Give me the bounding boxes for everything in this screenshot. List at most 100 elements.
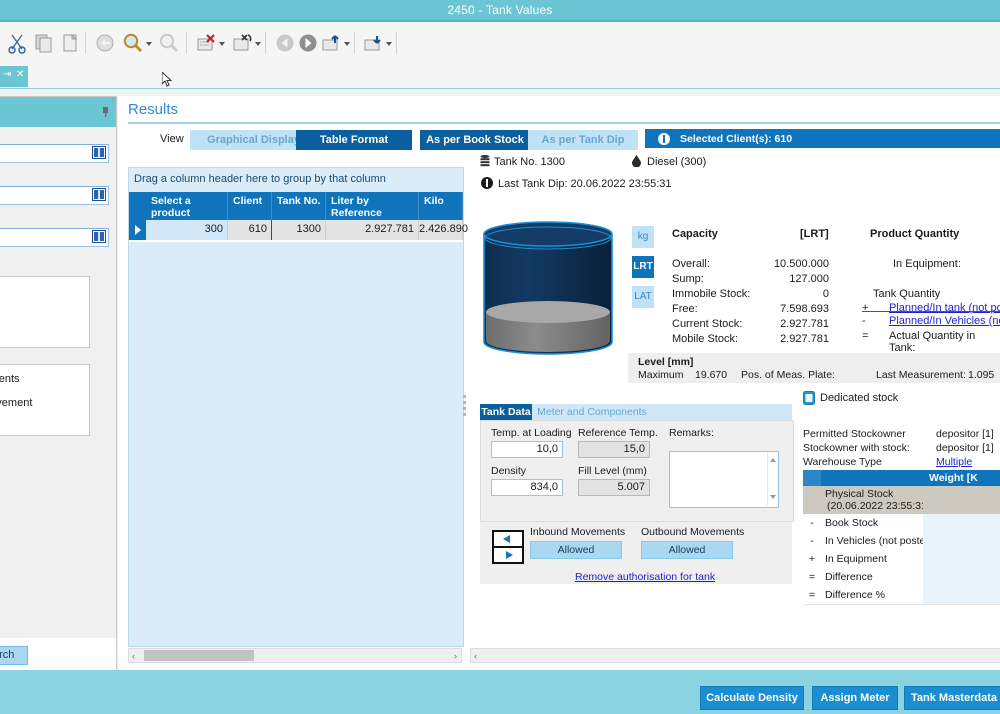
capacity-label-mobile-stock: Mobile Stock: — [672, 333, 739, 345]
undo-icon[interactable] — [92, 30, 118, 56]
delete-record-icon[interactable] — [193, 30, 219, 56]
copy-icon[interactable] — [31, 30, 57, 56]
table-row[interactable]: + In Equipment — [803, 550, 1000, 569]
table-row[interactable]: Physical Stock (20.06.2022 23:55:31) — [803, 486, 1000, 515]
cell-product: 300 — [146, 220, 228, 240]
unit-lat-button[interactable]: LAT — [632, 286, 654, 308]
capacity-label-overall: Overall: — [672, 258, 710, 270]
auto-hide-pin-icon[interactable] — [101, 107, 110, 117]
authorisation-option-2[interactable]: horised for movement — [0, 397, 32, 409]
column-header-select-a-product[interactable]: Select a product — [146, 192, 228, 220]
inbound-movements-state[interactable]: Allowed — [530, 541, 622, 559]
reference-temp-field: 15,0 — [578, 441, 650, 458]
temp-at-loading-field[interactable]: 10,0 — [491, 441, 563, 458]
undo-record-icon[interactable] — [229, 30, 255, 56]
table-row[interactable]: - In Vehicles (not posted) — [803, 532, 1000, 551]
cell-kilo: 2.426.890 — [419, 220, 468, 240]
column-header-liter-by-reference-temperature[interactable]: Liter by Reference Temperature — [326, 192, 419, 231]
temp-at-loading-label: Temp. at Loading — [491, 427, 572, 439]
grid-horizontal-scrollbar[interactable]: ‹ › — [128, 648, 462, 663]
planned-in-vehicles-link[interactable]: Planned/In Vehicles (not posted) — [889, 315, 1000, 327]
scroll-left-icon[interactable]: ‹ — [132, 651, 135, 661]
delete-dropdown-caret-icon[interactable] — [219, 42, 225, 46]
table-row[interactable]: 300 610 1300 2.927.781 2.426.890 — [129, 220, 468, 240]
import-icon[interactable] — [360, 30, 386, 56]
book-icon[interactable] — [92, 146, 106, 159]
warehouse-type-label: Warehouse Type — [803, 456, 882, 468]
assign-meter-button[interactable]: Assign Meter — [812, 686, 898, 710]
selected-clients-bar: Selected Client(s): 610 — [645, 129, 1000, 148]
column-header-tank-no[interactable]: Tank No. — [272, 192, 326, 220]
row-value — [923, 550, 1000, 568]
table-row[interactable]: = Difference % — [803, 586, 1000, 605]
planned-in-tank-operator: + — [862, 302, 869, 314]
toolbar-separator — [186, 32, 187, 54]
tank-quantity-label: Tank Quantity — [873, 288, 941, 300]
calculate-density-button[interactable]: Calculate Density — [700, 686, 804, 710]
row-label: Difference % — [825, 589, 885, 601]
tab-meter-and-components[interactable]: Meter and Components — [532, 404, 652, 420]
remarks-textarea[interactable] — [669, 451, 779, 508]
cell-liter-by-reference-temperature: 2.927.781 — [326, 220, 419, 240]
pin-icon[interactable]: ⇥ — [3, 69, 11, 80]
paste-icon[interactable] — [57, 30, 83, 56]
scroll-thumb[interactable] — [144, 650, 254, 661]
row-label: In Equipment — [825, 553, 887, 565]
droplet-icon — [632, 155, 641, 168]
info-icon — [658, 133, 670, 145]
tab-as-per-book-stock[interactable]: As per Book Stock — [420, 130, 530, 150]
outbound-movements-state[interactable]: Allowed — [641, 541, 733, 559]
authorisation-list-box[interactable]: sed for movements horised for movement — [0, 364, 90, 436]
unit-lrt-button[interactable]: LRT — [632, 256, 654, 278]
authorisation-option-1[interactable]: sed for movements — [0, 373, 20, 385]
density-field[interactable]: 834,0 — [491, 479, 563, 496]
book-icon[interactable] — [92, 188, 106, 201]
scroll-left-icon[interactable]: ‹ — [474, 651, 477, 661]
import-dropdown-caret-icon[interactable] — [386, 42, 392, 46]
window-title-bar: 2450 - Tank Values — [0, 0, 1000, 22]
column-header-kilo[interactable]: Kilo — [419, 192, 463, 220]
planned-in-tank-link[interactable]: Planned/In tank (not posted) — [889, 302, 1000, 314]
table-row[interactable]: = Difference — [803, 568, 1000, 587]
tab-tank-data[interactable]: Tank Data — [480, 404, 532, 420]
scroll-right-icon[interactable]: › — [454, 651, 457, 661]
actual-quantity-label: Actual Quantity in Tank: — [889, 330, 976, 354]
export-icon[interactable] — [318, 30, 344, 56]
level-info-bar: Level [mm] Maximum 19.670 Pos. of Meas. … — [628, 353, 1000, 383]
capacity-label-current-stock: Current Stock: — [672, 318, 743, 330]
detail-horizontal-scrollbar[interactable]: ‹ › — [470, 648, 1000, 663]
pane-splitter-handle[interactable] — [461, 395, 468, 417]
column-header-client[interactable]: Client — [228, 192, 272, 220]
close-icon[interactable]: ✕ — [16, 69, 24, 80]
level-title: Level [mm] — [638, 356, 694, 368]
book-icon[interactable] — [92, 230, 106, 243]
row-value — [923, 586, 1000, 604]
search-button[interactable]: Search — [0, 646, 28, 665]
undo-record-dropdown-caret-icon[interactable] — [255, 42, 261, 46]
table-row[interactable]: - Book Stock — [803, 514, 1000, 533]
tab-as-per-tank-dip[interactable]: As per Tank Dip — [528, 130, 638, 150]
lookup-field-3[interactable] — [0, 228, 109, 247]
inbound-movements-label: Inbound Movements — [530, 526, 626, 538]
search-sidebar-header — [0, 97, 116, 127]
document-tab[interactable]: ⇥ ✕ — [0, 66, 28, 87]
product-quantity-sum-rule — [862, 311, 1000, 312]
tank-masterdata-button[interactable]: Tank Masterdata — [904, 686, 1000, 710]
warehouse-type-link[interactable]: Multiple — [936, 456, 972, 468]
remove-authorisation-link[interactable]: Remove authorisation for tank — [575, 571, 715, 583]
export-dropdown-caret-icon[interactable] — [344, 42, 350, 46]
cut-icon[interactable] — [4, 30, 30, 56]
movement-direction-toggle[interactable] — [492, 530, 524, 564]
results-grid[interactable]: Drag a column header here to group by th… — [128, 167, 468, 647]
lookup-field-1[interactable] — [0, 144, 109, 163]
remarks-scrollbar[interactable] — [767, 452, 778, 505]
tank-data-tab-strip: Tank Data Meter and Components — [480, 404, 792, 420]
filter-list-box[interactable] — [0, 276, 90, 348]
search-dropdown-caret-icon[interactable] — [146, 42, 152, 46]
unit-kg-button[interactable]: kg — [632, 226, 654, 248]
group-by-dropzone[interactable]: Drag a column header here to group by th… — [129, 168, 463, 190]
actual-quantity-operator: = — [862, 330, 869, 342]
lookup-field-2[interactable] — [0, 186, 109, 205]
search-icon[interactable] — [120, 30, 146, 56]
tab-table-format[interactable]: Table Format — [296, 130, 412, 150]
